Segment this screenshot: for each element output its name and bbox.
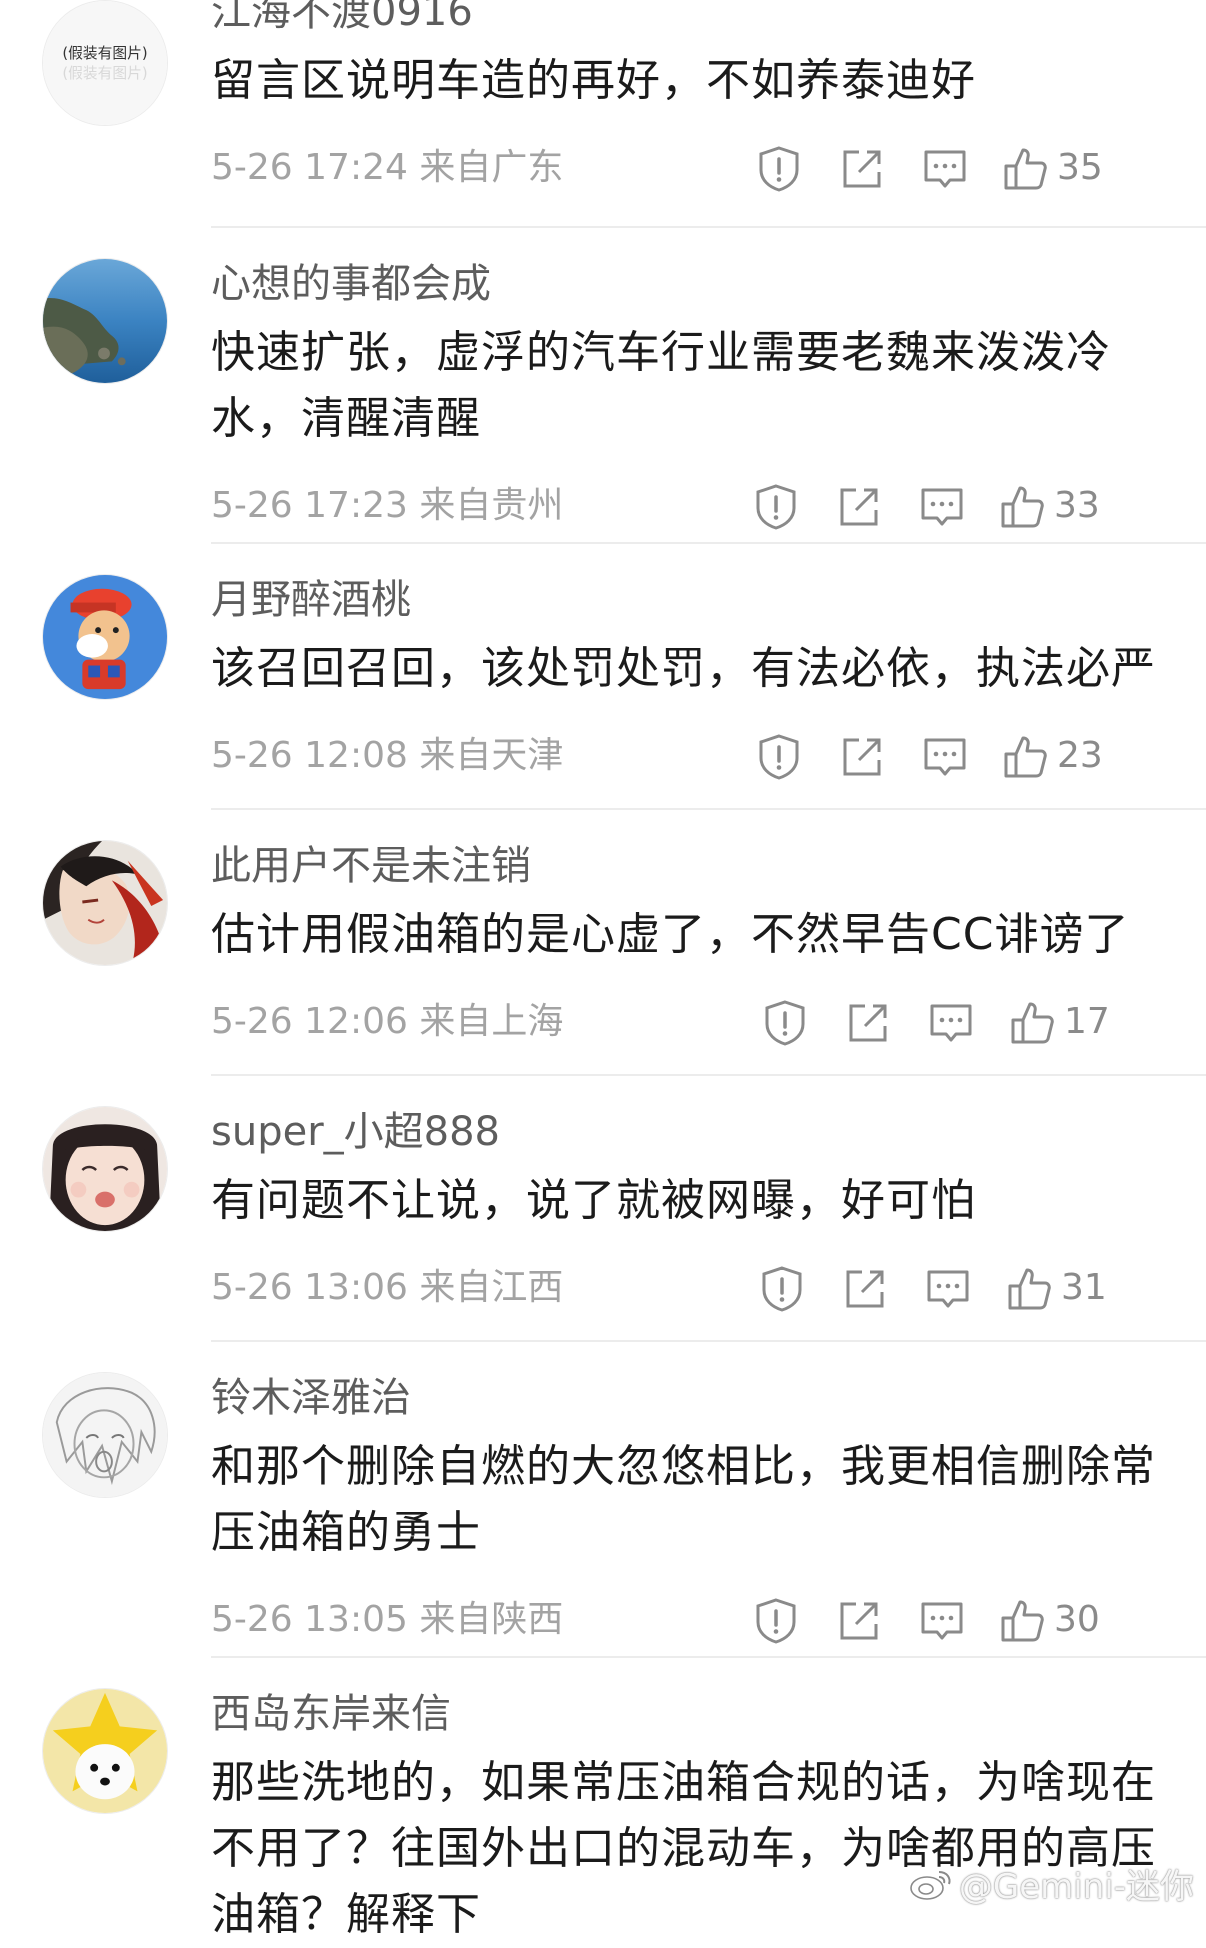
like-icon[interactable] — [1001, 732, 1051, 782]
weibo-logo-icon — [910, 1870, 951, 1900]
avatar-image: (假装有图片) (假装有图片) — [43, 1, 167, 125]
username[interactable]: 铃木泽雅治 — [211, 1372, 1206, 1424]
share-icon[interactable] — [843, 998, 893, 1048]
avatar[interactable]: (假装有图片) (假装有图片) — [42, 0, 168, 126]
comment-time-location: 5-26 13:06 来自江西 — [211, 1267, 564, 1308]
comment-meta: 5-26 13:05 来自陕西 30 — [211, 1590, 1206, 1650]
report-icon[interactable] — [760, 998, 810, 1048]
comment-text: 该召回召回，该处罚处罚，有法必依，执法必严 — [211, 643, 1156, 694]
comment-meta: 5-26 17:23 来自贵州 33 — [211, 476, 1206, 536]
avatar-image — [43, 575, 167, 699]
share-icon[interactable] — [834, 1596, 884, 1646]
comment-item: 月野醉酒桃 该召回召回，该处罚处罚，有法必依，执法必严 5-26 12:08 来… — [0, 574, 1206, 786]
comment-item: (假装有图片) (假装有图片) 江海不渡0916 留言区说明车造的再好，不如养泰… — [0, 0, 1206, 198]
like-icon[interactable] — [1008, 998, 1058, 1048]
avatar[interactable] — [42, 1106, 168, 1232]
like-count: 35 — [1057, 147, 1103, 188]
avatar-image — [43, 1373, 167, 1497]
like-count: 31 — [1061, 1267, 1107, 1308]
comment-item: 西岛东岸来信 那些洗地的，如果常压油箱合规的话，为啥现在不用了？往国外出口的混动… — [0, 1688, 1206, 1948]
comment-meta: 5-26 12:06 来自上海 17 — [211, 992, 1206, 1052]
comment-text: 留言区说明车造的再好，不如养泰迪好 — [211, 55, 976, 106]
report-icon[interactable] — [754, 144, 804, 194]
avatar[interactable] — [42, 258, 168, 384]
comment-meta: 5-26 17:24 来自广东 35 — [211, 138, 1206, 198]
comment-text: 和那个删除自燃的大忽悠相比，我更相信删除常压油箱的勇士 — [211, 1441, 1156, 1558]
like-count: 33 — [1054, 485, 1100, 526]
avatar[interactable] — [42, 1372, 168, 1498]
username[interactable]: super_小超888 — [211, 1106, 1206, 1158]
comment-time-location: 5-26 13:05 来自陕西 — [211, 1599, 564, 1640]
comment-item: 铃木泽雅治 和那个删除自燃的大忽悠相比，我更相信删除常压油箱的勇士 5-26 1… — [0, 1372, 1206, 1650]
reply-icon[interactable] — [920, 144, 970, 194]
reply-icon[interactable] — [926, 998, 976, 1048]
comment-meta: 5-26 13:06 来自江西 31 — [211, 1258, 1206, 1318]
divider — [211, 1074, 1206, 1076]
username[interactable]: 西岛东岸来信 — [211, 1688, 1206, 1740]
avatar[interactable] — [42, 1688, 168, 1814]
comment-meta: 5-26 12:08 来自天津 23 — [211, 726, 1206, 786]
like-icon[interactable] — [998, 1596, 1048, 1646]
like-icon[interactable] — [1005, 1264, 1055, 1314]
watermark: @Gemini-迷你 — [909, 1859, 1194, 1908]
comment-text: 估计用假油箱的是心虚了，不然早告CC诽谤了 — [211, 909, 1130, 960]
divider — [211, 1656, 1206, 1658]
username[interactable]: 江海不渡0916 — [211, 0, 1206, 38]
comment-text: 快速扩张，虚浮的汽车行业需要老魏来泼泼冷水，清醒清醒 — [211, 327, 1111, 444]
divider — [211, 808, 1206, 810]
comment-time-location: 5-26 12:06 来自上海 — [211, 1001, 564, 1042]
divider — [211, 542, 1206, 544]
share-icon[interactable] — [834, 482, 884, 532]
comment-text: 有问题不让说，说了就被网曝，好可怕 — [211, 1175, 976, 1226]
comment-time-location: 5-26 17:24 来自广东 — [211, 147, 564, 188]
avatar-image — [43, 841, 167, 965]
avatar[interactable] — [42, 574, 168, 700]
comment-item: super_小超888 有问题不让说，说了就被网曝，好可怕 5-26 13:06… — [0, 1106, 1206, 1318]
report-icon[interactable] — [751, 1596, 801, 1646]
like-icon[interactable] — [998, 482, 1048, 532]
avatar-image — [43, 1689, 167, 1813]
divider — [211, 1340, 1206, 1342]
like-count: 30 — [1054, 1599, 1100, 1640]
username[interactable]: 此用户不是未注销 — [211, 840, 1206, 892]
divider — [211, 226, 1206, 228]
comment-text: 那些洗地的，如果常压油箱合规的话，为啥现在不用了？往国外出口的混动车，为啥都用的… — [211, 1757, 1156, 1940]
like-count: 23 — [1057, 735, 1103, 776]
avatar[interactable] — [42, 840, 168, 966]
username[interactable]: 心想的事都会成 — [211, 258, 1206, 310]
comment-item: 此用户不是未注销 估计用假油箱的是心虚了，不然早告CC诽谤了 5-26 12:0… — [0, 840, 1206, 1052]
avatar-image — [43, 259, 167, 383]
svg-text:(假装有图片): (假装有图片) — [62, 45, 147, 62]
reply-icon[interactable] — [923, 1264, 973, 1314]
comment-item: 心想的事都会成 快速扩张，虚浮的汽车行业需要老魏来泼泼冷水，清醒清醒 5-26 … — [0, 258, 1206, 536]
comment-time-location: 5-26 17:23 来自贵州 — [211, 485, 564, 526]
reply-icon[interactable] — [917, 1596, 967, 1646]
reply-icon[interactable] — [920, 732, 970, 782]
report-icon[interactable] — [751, 482, 801, 532]
reply-icon[interactable] — [917, 482, 967, 532]
share-icon[interactable] — [837, 144, 887, 194]
share-icon[interactable] — [837, 732, 887, 782]
like-count: 17 — [1064, 1001, 1110, 1042]
username[interactable]: 月野醉酒桃 — [211, 574, 1206, 626]
like-icon[interactable] — [1001, 144, 1051, 194]
svg-text:(假装有图片): (假装有图片) — [62, 65, 147, 82]
avatar-image — [43, 1107, 167, 1231]
share-icon[interactable] — [840, 1264, 890, 1314]
comment-time-location: 5-26 12:08 来自天津 — [211, 735, 564, 776]
report-icon[interactable] — [754, 732, 804, 782]
report-icon[interactable] — [757, 1264, 807, 1314]
watermark-text: @Gemini-迷你 — [958, 1867, 1194, 1907]
